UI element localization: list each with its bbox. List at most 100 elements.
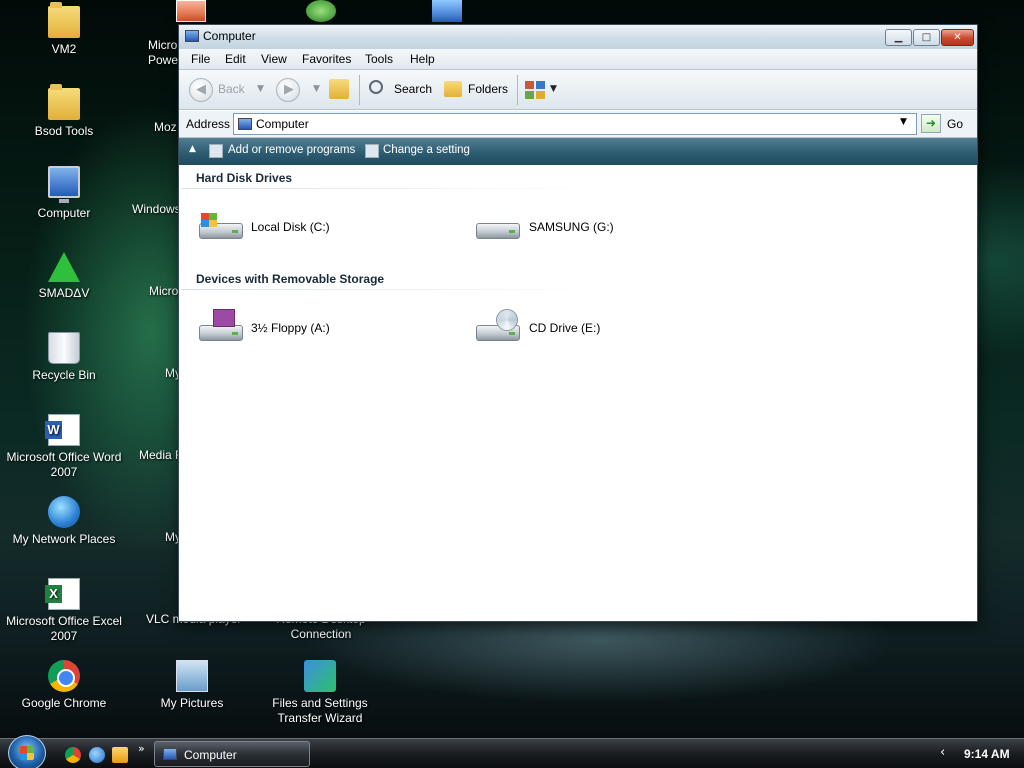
smadav-icon (48, 250, 80, 282)
search-icon (369, 80, 383, 94)
address-dropdown-icon[interactable]: ▼ (900, 117, 907, 127)
desktop-label-partial[interactable]: Micro (149, 284, 178, 299)
collapse-icon[interactable]: ▲ (189, 144, 196, 154)
desktop-icon-computer[interactable]: Computer (1, 166, 127, 221)
hard-disk-icon (476, 213, 520, 241)
chrome-icon[interactable] (65, 747, 81, 763)
floppy-drive-icon (199, 309, 243, 343)
minimize-button[interactable]: ▁ (885, 29, 912, 46)
start-button[interactable] (8, 735, 46, 768)
change-setting-link[interactable]: Change a setting (383, 144, 470, 156)
computer-icon (238, 118, 252, 130)
group-header-removable: Devices with Removable Storage (196, 272, 385, 286)
toolbar-separator (517, 75, 518, 105)
desktop-icon-vm2[interactable]: VM2 (1, 2, 127, 57)
word-icon (45, 414, 80, 446)
menu-edit[interactable]: Edit (219, 51, 252, 67)
drive-label: 3½ Floppy (A:) (251, 321, 330, 335)
toolbar: ◀ Back ▼ ▶ ▼ Search Folders ▼ (179, 70, 977, 110)
maximize-icon: □ (921, 32, 932, 43)
recycle-bin-icon (48, 332, 80, 364)
desktop-icon-word[interactable]: Microsoft Office Word 2007 (1, 414, 127, 480)
up-folder-icon[interactable] (329, 79, 349, 99)
desktop-label-partial[interactable]: Powe (148, 53, 178, 68)
forward-dropdown-icon[interactable]: ▼ (313, 84, 320, 94)
cd-drive-icon (476, 309, 520, 343)
drive-label: SAMSUNG (G:) (529, 220, 614, 234)
views-dropdown-icon[interactable]: ▼ (550, 84, 557, 94)
desktop-icon-label: Recycle Bin (32, 368, 96, 382)
back-dropdown-icon[interactable]: ▼ (257, 84, 264, 94)
back-button[interactable]: ◀ (189, 78, 213, 102)
desktop-icon-excel[interactable]: Microsoft Office Excel 2007 (1, 578, 127, 644)
desktop-icon-label: My Pictures (160, 696, 224, 710)
folders-icon (444, 81, 462, 97)
internet-explorer-icon[interactable] (89, 747, 105, 763)
tray-expand-icon[interactable]: ‹ (940, 745, 945, 760)
menu-view[interactable]: View (255, 51, 293, 67)
back-label[interactable]: Back (218, 82, 245, 96)
menu-bar: File Edit View Favorites Tools Help (179, 49, 977, 70)
folders-button[interactable]: Folders (468, 82, 508, 96)
task-bar-pane: ▲ Add or remove programs Change a settin… (179, 138, 977, 165)
address-bar: Address Computer ▼ ➜ Go (179, 111, 977, 138)
menu-file[interactable]: File (185, 51, 216, 67)
clock[interactable]: 9:14 AM (964, 747, 1010, 761)
desktop-icon-label: My Network Places (12, 532, 116, 546)
group-divider (181, 188, 601, 189)
pictures-icon (176, 660, 208, 692)
computer-icon (48, 166, 80, 203)
menu-favorites[interactable]: Favorites (296, 51, 357, 67)
views-icon[interactable] (525, 81, 545, 99)
close-icon: ✕ (953, 32, 962, 43)
programs-icon (209, 144, 223, 158)
desktop-label-partial[interactable]: Media F (139, 448, 182, 463)
window-title: Computer (203, 29, 256, 43)
go-button[interactable]: ➜ (921, 114, 941, 133)
desktop-label-partial[interactable]: Windows (132, 202, 181, 217)
forward-button[interactable]: ▶ (276, 78, 300, 102)
media-player-icon[interactable] (112, 747, 128, 763)
go-label[interactable]: Go (947, 117, 963, 131)
group-header-hard-disk: Hard Disk Drives (196, 171, 293, 185)
minimize-icon: ▁ (894, 32, 903, 43)
title-bar[interactable]: Computer ▁ □ ✕ (179, 25, 977, 49)
desktop-label-partial[interactable]: Micro (148, 38, 177, 53)
content-pane: Hard Disk Drives Local Disk (C:) SAMSUNG… (179, 165, 977, 621)
address-input[interactable]: Computer ▼ (233, 113, 917, 135)
folder-icon (48, 2, 80, 38)
go-arrow-icon: ➜ (925, 116, 937, 130)
menu-tools[interactable]: Tools (359, 51, 399, 67)
group-divider (181, 289, 601, 290)
desktop-icon-transfer-wizard[interactable]: Files and Settings Transfer Wizard (257, 660, 383, 726)
control-panel-icon (365, 144, 379, 158)
transfer-wizard-icon (304, 660, 336, 692)
desktop-icon-label: VM2 (51, 42, 77, 56)
computer-icon (163, 748, 177, 760)
address-value: Computer (256, 117, 309, 131)
close-button[interactable]: ✕ (941, 29, 974, 46)
search-button[interactable]: Search (394, 82, 432, 96)
desktop-icon-recycle-bin[interactable]: Recycle Bin (1, 332, 127, 383)
desktop-label-partial[interactable]: Moz (154, 120, 177, 135)
desktop-icon-label: Bsod Tools (34, 124, 94, 138)
desktop-icon-my-pictures[interactable]: My Pictures (129, 660, 255, 711)
quick-launch-more-button[interactable]: » (138, 742, 145, 755)
desktop-icon-chrome[interactable]: Google Chrome (1, 660, 127, 711)
menu-help[interactable]: Help (404, 51, 441, 67)
network-icon (48, 496, 80, 528)
desktop-icon-network[interactable]: My Network Places (1, 496, 127, 547)
media-center-icon (306, 0, 336, 22)
drive-label: CD Drive (E:) (529, 321, 601, 335)
desktop-icon-label: Files and Settings Transfer Wizard (272, 696, 368, 725)
excel-icon (45, 578, 80, 610)
add-remove-programs-link[interactable]: Add or remove programs (228, 144, 355, 156)
forward-arrow-icon: ▶ (284, 82, 294, 97)
powerpoint-icon (176, 0, 206, 22)
desktop-icon-label: Google Chrome (21, 696, 107, 710)
maximize-button[interactable]: □ (913, 29, 940, 46)
taskbar-button-label: Computer (184, 748, 237, 762)
taskbar-button-computer[interactable]: Computer (154, 741, 310, 767)
desktop-icon-smadav[interactable]: SMADΔV (1, 250, 127, 301)
desktop-icon-bsod-tools[interactable]: Bsod Tools (1, 84, 127, 139)
